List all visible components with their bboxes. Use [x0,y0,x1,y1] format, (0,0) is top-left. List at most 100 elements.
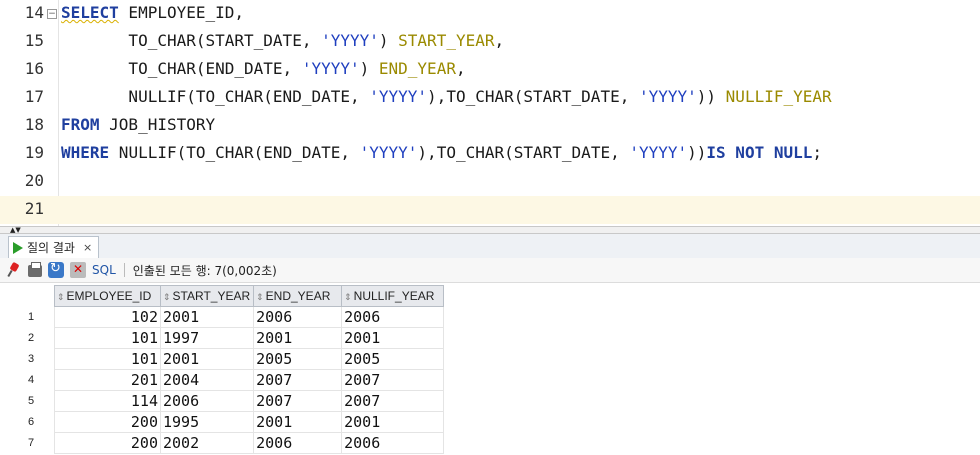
pin-icon[interactable] [6,262,22,278]
table-row[interactable]: 5 114 2006 2007 2007 [8,390,445,412]
tab-close-button[interactable]: × [83,241,92,254]
code-token: ) [378,31,399,50]
code-token: )) [696,87,726,106]
code-token: FROM [61,115,100,134]
table-cell[interactable]: 2006 [159,390,255,412]
print-icon[interactable] [28,262,42,277]
row-number: 1 [8,306,55,328]
table-cell[interactable]: 102 [54,306,161,328]
table-cell[interactable]: 101 [54,327,161,349]
code-text: SELECT EMPLOYEE_ID, [61,3,244,22]
table-cell[interactable]: 2002 [159,432,255,454]
table-cell[interactable]: 2007 [341,390,445,412]
sql-editor[interactable]: 14− SELECT EMPLOYEE_ID, 15 TO_CHAR(START_D… [0,0,980,226]
table-cell[interactable]: 2006 [341,306,445,328]
table-cell[interactable]: 2001 [341,411,445,433]
table-cell[interactable]: 2001 [253,411,343,433]
table-cell[interactable]: 114 [54,390,161,412]
fold-toggle-icon[interactable]: − [47,9,57,19]
row-number: 4 [8,369,55,391]
table-cell[interactable]: 101 [54,348,161,370]
toolbar-divider [123,263,125,277]
play-icon [13,241,23,254]
line-number: 19 [24,143,44,162]
code-token: WHERE [61,143,110,162]
table-cell[interactable]: 1997 [159,327,255,349]
sort-icon[interactable]: ⇕ [57,292,65,302]
row-number: 3 [8,348,55,370]
code-token: ; [812,143,823,162]
pane-splitter[interactable]: ▲▼ [0,226,980,234]
row-number: 6 [8,411,55,433]
table-cell[interactable]: 2007 [253,369,343,391]
line-number: 15 [24,31,44,50]
code-line[interactable]: 14− SELECT EMPLOYEE_ID, [0,0,980,28]
results-toolbar: SQL 인출된 모든 행: 7(0,002초) [0,258,980,283]
table-cell[interactable]: 1995 [159,411,255,433]
results-tabbar: 질의 결과 × [0,234,980,259]
code-token: NULLIF_YEAR [725,87,832,106]
table-row[interactable]: 7 200 2002 2006 2006 [8,432,445,454]
tab-query-result[interactable]: 질의 결과 × [8,236,100,258]
code-token: 'YYYY' [301,59,360,78]
code-token: 'YYYY' [629,143,688,162]
code-text: FROM JOB_HISTORY [61,115,215,134]
table-cell[interactable]: 2006 [253,306,343,328]
sort-icon[interactable]: ⇕ [344,292,352,302]
table-cell[interactable]: 201 [54,369,161,391]
collapse-arrows-icon[interactable]: ▲▼ [10,226,21,234]
code-line[interactable]: 20 [0,168,980,196]
code-line[interactable]: 15 TO_CHAR(START_DATE, 'YYYY') START_YEA… [0,28,980,56]
table-cell[interactable]: 2007 [341,369,445,391]
table-cell[interactable]: 2006 [341,432,445,454]
table-cell[interactable]: 2006 [253,432,343,454]
code-text: TO_CHAR(END_DATE, 'YYYY') END_YEAR, [61,59,466,78]
code-line[interactable]: 17 NULLIF(TO_CHAR(END_DATE, 'YYYY'),TO_C… [0,84,980,112]
code-line[interactable]: 19 WHERE NULLIF(TO_CHAR(END_DATE, 'YYYY')… [0,140,980,168]
sort-icon[interactable]: ⇕ [256,292,264,302]
code-line[interactable]: 21 [0,196,980,224]
table-cell[interactable]: 2005 [253,348,343,370]
refresh-icon[interactable] [48,261,64,278]
column-header[interactable]: ⇕ EMPLOYEE_ID [54,285,161,307]
sql-button[interactable]: SQL [92,263,116,277]
table-row[interactable]: 6 200 1995 2001 2001 [8,411,445,433]
table-cell[interactable]: 200 [54,411,161,433]
sort-icon[interactable]: ⇕ [163,292,171,302]
code-token: 'YYYY' [359,143,418,162]
table-cell[interactable]: 2001 [253,327,343,349]
column-header[interactable]: ⇕ NULLIF_YEAR [341,285,445,307]
code-token: JOB_HISTORY [99,115,216,134]
table-cell[interactable]: 2001 [159,306,255,328]
code-line[interactable]: 18 FROM JOB_HISTORY [0,112,980,140]
table-row[interactable]: 3 101 2001 2005 2005 [8,348,445,370]
table-cell[interactable]: 2001 [341,327,445,349]
column-header[interactable]: ⇕ START_YEAR [159,285,255,307]
code-token: 'YYYY' [321,31,379,50]
code-token: START_YEAR [398,31,495,50]
code-text: TO_CHAR(START_DATE, 'YYYY') START_YEAR, [61,31,504,50]
code-token: ),TO_CHAR(START_DATE, [427,87,639,106]
column-header[interactable]: ⇕ END_YEAR [253,285,343,307]
table-cell[interactable]: 2001 [159,348,255,370]
line-number: 17 [24,87,44,106]
table-cell[interactable]: 2005 [341,348,445,370]
table-cell[interactable]: 200 [54,432,161,454]
cancel-query-icon[interactable] [70,262,86,278]
row-number: 7 [8,432,55,454]
table-cell[interactable]: 2007 [253,390,343,412]
code-token: EMPLOYEE_ID, [118,3,245,22]
results-grid[interactable]: ⇕ EMPLOYEE_ID ⇕ START_YEAR ⇕ END_YEAR ⇕ NULLIF_… [0,283,980,455]
code-line[interactable]: 16 TO_CHAR(END_DATE, 'YYYY') END_YEAR, [0,56,980,84]
table-cell[interactable]: 2004 [159,369,255,391]
table-row[interactable]: 1 102 2001 2006 2006 [8,306,445,328]
row-number: 2 [8,327,55,349]
table-row[interactable]: 4 201 2004 2007 2007 [8,369,445,391]
code-token: 'YYYY' [369,87,428,106]
code-token: , [455,59,466,78]
column-header-label: END_YEAR [265,289,331,303]
column-header-label: START_YEAR [172,289,251,303]
header-row: ⇕ EMPLOYEE_ID ⇕ START_YEAR ⇕ END_YEAR ⇕ NULLIF_… [8,285,445,307]
results-table: ⇕ EMPLOYEE_ID ⇕ START_YEAR ⇕ END_YEAR ⇕ NULLIF_… [8,285,445,454]
table-row[interactable]: 2 101 1997 2001 2001 [8,327,445,349]
